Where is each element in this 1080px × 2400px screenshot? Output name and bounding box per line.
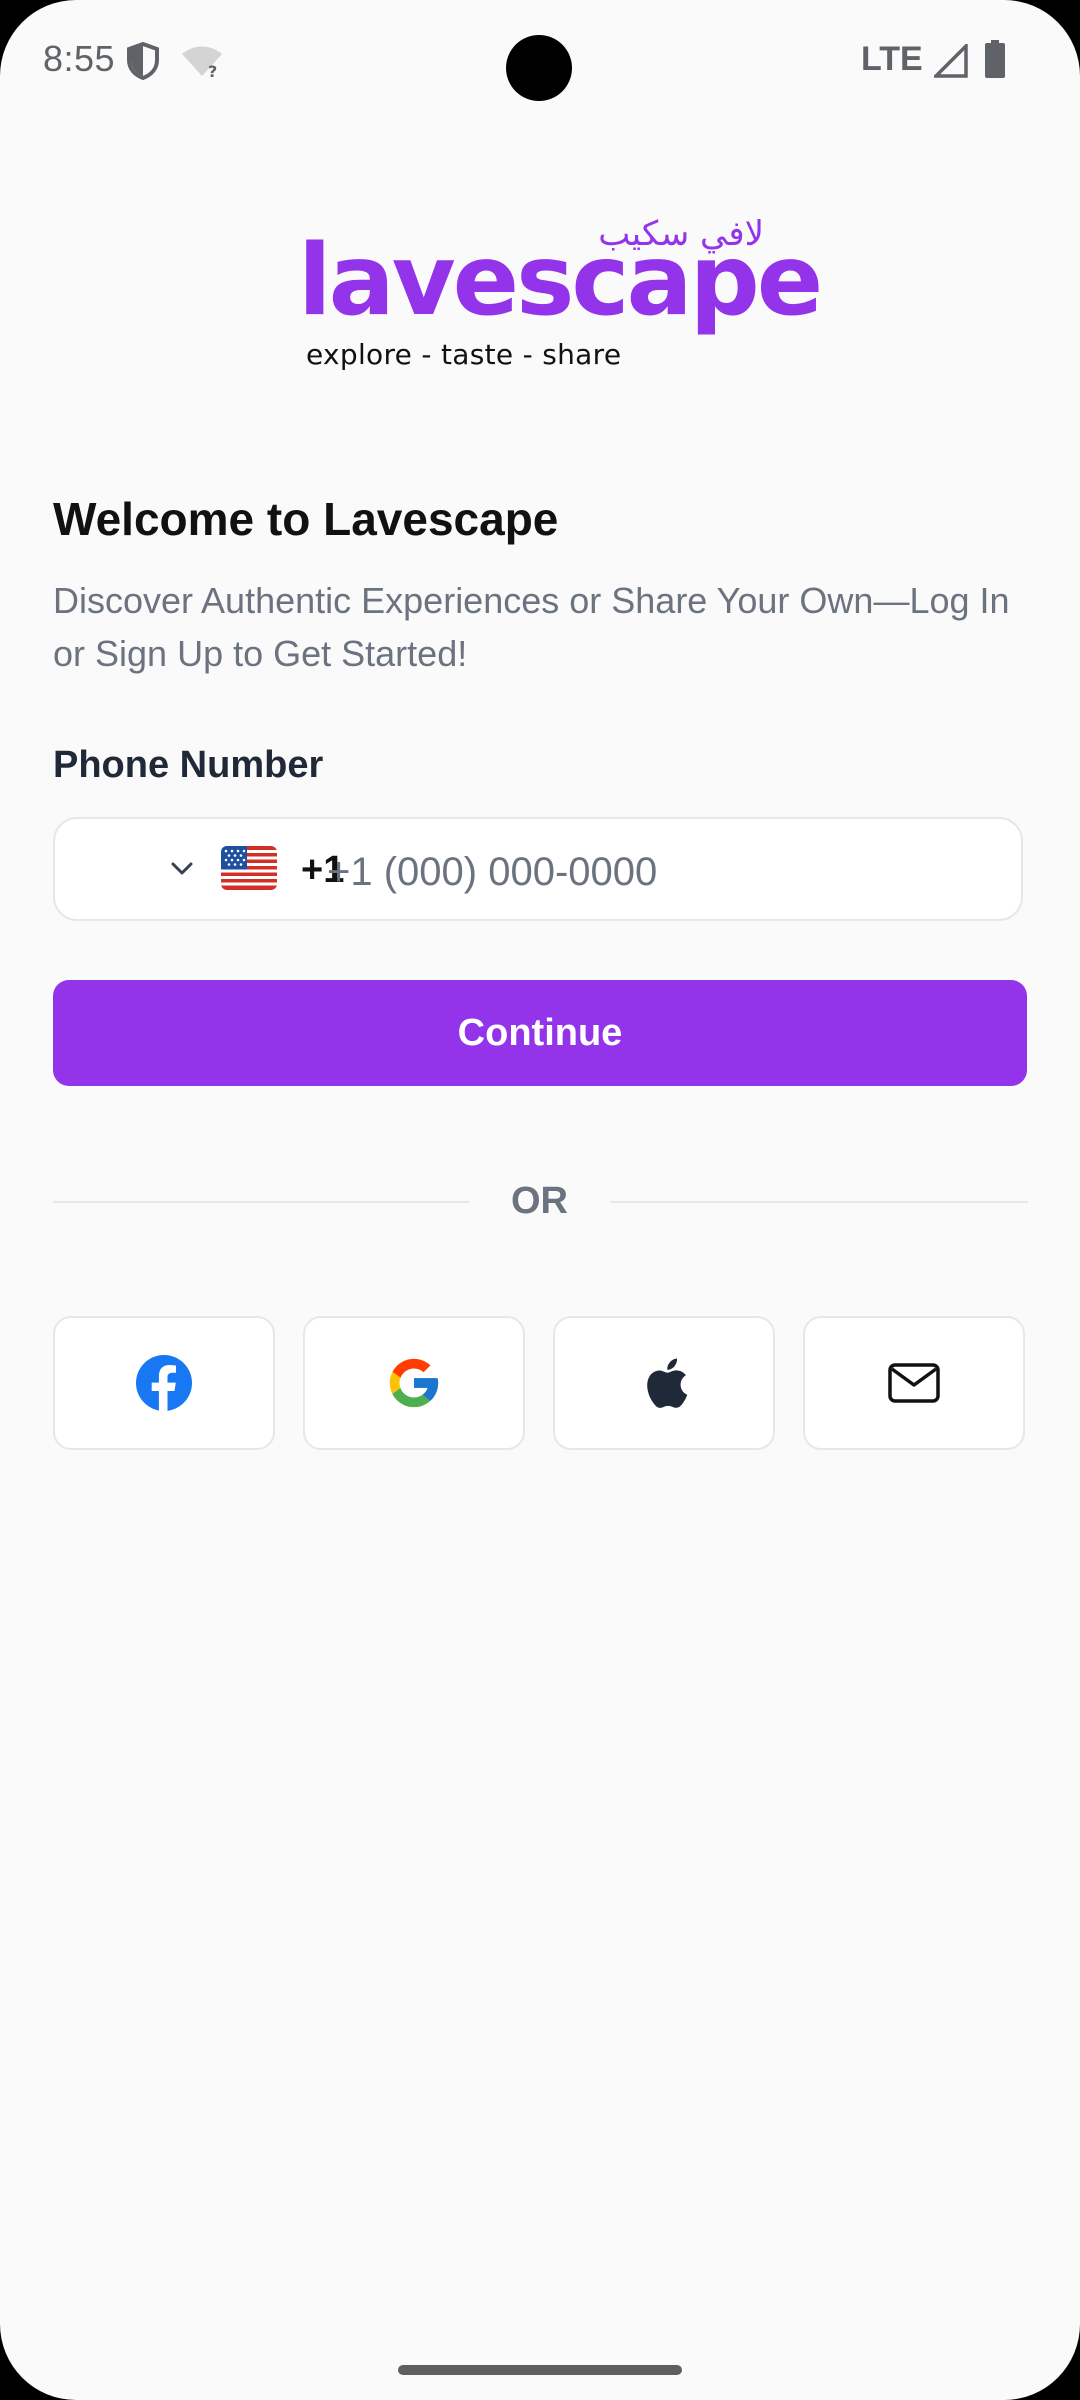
apple-login-button[interactable]	[553, 1316, 775, 1450]
page-title: Welcome to Lavescape	[53, 493, 559, 545]
phone-number-field: +1	[53, 817, 1023, 921]
home-indicator[interactable]	[398, 2365, 682, 2375]
login-screen: 8:55 ? LTE لافي سكيب lavescape explore -…	[0, 0, 1080, 2400]
battery-icon	[985, 40, 1005, 78]
svg-text:?: ?	[208, 62, 217, 78]
google-login-button[interactable]	[303, 1316, 525, 1450]
logo-tagline: explore - taste - share	[306, 338, 622, 371]
email-icon	[888, 1363, 940, 1403]
status-time: 8:55	[43, 38, 116, 79]
phone-number-label: Phone Number	[53, 744, 324, 786]
shield-icon	[127, 42, 159, 80]
divider-line-left	[53, 1201, 469, 1203]
wifi-unknown-icon: ?	[182, 46, 222, 78]
continue-button[interactable]: Continue	[53, 980, 1027, 1086]
front-camera	[506, 35, 572, 101]
google-icon	[389, 1358, 439, 1408]
chevron-down-icon	[171, 862, 193, 875]
signal-icon	[934, 44, 968, 78]
apple-icon	[647, 1358, 688, 1408]
phone-number-input[interactable]	[327, 837, 987, 907]
network-type: LTE	[861, 40, 923, 78]
or-divider-label: OR	[511, 1180, 568, 1222]
social-login-row	[53, 1316, 1025, 1450]
facebook-login-button[interactable]	[53, 1316, 275, 1450]
lavescape-logo: لافي سكيب lavescape explore - taste - sh…	[298, 214, 823, 384]
email-login-button[interactable]	[803, 1316, 1025, 1450]
facebook-icon	[136, 1355, 192, 1412]
us-flag-icon	[221, 846, 277, 890]
page-subtitle: Discover Authentic Experiences or Share …	[53, 580, 1010, 674]
divider-line-right	[610, 1201, 1028, 1203]
logo-wordmark: lavescape	[298, 224, 823, 338]
status-bar: 8:55 ? LTE	[0, 0, 1080, 120]
